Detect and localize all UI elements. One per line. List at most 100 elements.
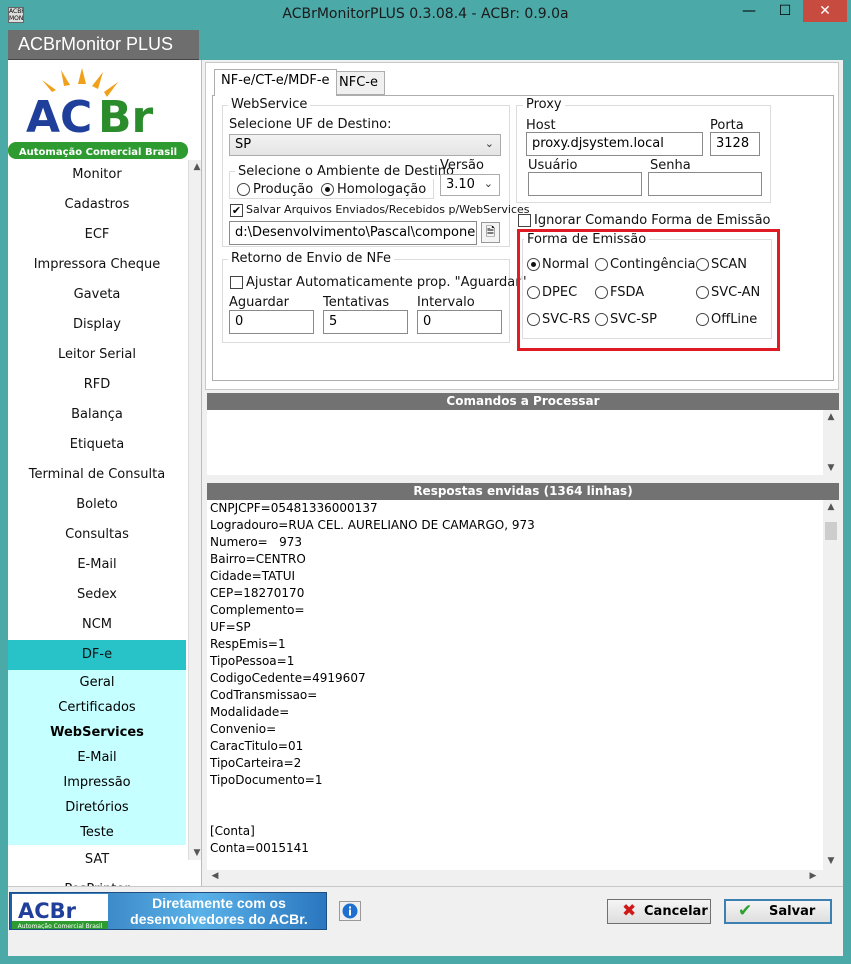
senha-input[interactable]	[648, 172, 762, 196]
homologacao-label: Homologação	[337, 182, 427, 197]
scroll-up-icon[interactable]: ▲	[823, 502, 839, 512]
sidebar-subitem[interactable]: Geral	[8, 670, 186, 695]
sidebar-item[interactable]: Balança	[8, 400, 186, 430]
chevron-down-icon: ⌄	[483, 177, 493, 190]
response-line: TipoDocumento=1	[210, 773, 323, 787]
host-input[interactable]: proxy.djsystem.local	[526, 132, 703, 156]
sidebar-item[interactable]: SAT	[8, 845, 186, 875]
svg-text:Br: Br	[98, 92, 154, 143]
sidebar-item[interactable]: PosPrinter	[8, 875, 186, 886]
tab-nfe-cte-mdfe[interactable]: NF-e/CT-e/MDF-e	[214, 69, 337, 96]
intervalo-label: Intervalo	[417, 295, 475, 310]
minimize-button[interactable]: —	[735, 0, 763, 22]
ajustar-checkbox[interactable]	[230, 276, 243, 289]
sidebar-item[interactable]: Display	[8, 310, 186, 340]
porta-input[interactable]: 3128	[710, 132, 760, 156]
sidebar-item[interactable]: Boleto	[8, 490, 186, 520]
chevron-down-icon: ⌄	[484, 137, 494, 150]
response-line: Conta=0015141	[210, 841, 309, 855]
intervalo-input[interactable]: 0	[417, 310, 502, 334]
response-line: Bairro=CENTRO	[210, 552, 306, 566]
banner-logo: ACBr Automação Comercial Brasil	[12, 894, 108, 930]
producao-label: Produção	[253, 182, 314, 197]
save-button[interactable]: ✔ Salvar	[724, 899, 832, 924]
response-line: CodTransmissao=	[210, 688, 318, 702]
sidebar-subitem[interactable]: WebServices	[8, 720, 186, 745]
response-line: CNPJCPF=05481336000137	[210, 501, 378, 515]
sidebar-item[interactable]: Cadastros	[8, 190, 186, 220]
usuario-input[interactable]	[528, 172, 642, 196]
respostas-textarea[interactable]: CNPJCPF=05481336000137 Logradouro=RUA CEL…	[207, 500, 839, 886]
salvar-checkbox[interactable]: ✔	[230, 204, 243, 217]
cancel-label: Cancelar	[644, 904, 708, 919]
response-line: RespEmis=1	[210, 637, 286, 651]
scroll-up-icon[interactable]: ▲	[823, 412, 839, 422]
response-line: Logradouro=RUA CEL. AURELIANO DE CAMARGO…	[210, 518, 535, 532]
sidebar-item-dfe[interactable]: DF-e	[8, 640, 186, 670]
response-line: Numero= 973	[210, 535, 303, 549]
retorno-legend: Retorno de Envio de NFe	[228, 251, 395, 266]
sidebar-subitem[interactable]: Teste	[8, 820, 186, 845]
svg-text:Automação Comercial Brasil: Automação Comercial Brasil	[18, 923, 103, 930]
path-input[interactable]: d:\Desenvolvimento\Pascal\componentes	[229, 221, 477, 245]
info-button[interactable]	[339, 901, 361, 921]
acbr-banner[interactable]: ACBr Automação Comercial Brasil Diretame…	[9, 892, 327, 930]
sidebar-item[interactable]: Monitor	[8, 160, 186, 190]
ambiente-legend: Selecione o Ambiente de Destino	[235, 164, 457, 179]
scroll-up-icon[interactable]: ▲	[189, 162, 201, 172]
sidebar-subitem[interactable]: Impressão	[8, 770, 186, 795]
aguardar-label: Aguardar	[229, 295, 290, 310]
sidebar-subitem[interactable]: E-Mail	[8, 745, 186, 770]
svg-text:Automação Comercial Brasil: Automação Comercial Brasil	[19, 147, 177, 158]
comandos-textarea[interactable]: ▲ ▼	[207, 410, 839, 475]
aguardar-input[interactable]: 0	[229, 310, 314, 334]
sidebar-scrollbar[interactable]: ▲ ▼	[188, 160, 201, 860]
tentativas-input[interactable]: 5	[323, 310, 408, 334]
versao-select[interactable]: 3.10 ⌄	[440, 174, 500, 196]
scrollbar-thumb[interactable]	[825, 522, 837, 540]
comandos-header: Comandos a Processar	[207, 393, 839, 410]
browse-folder-button[interactable]: 🗎	[481, 222, 500, 243]
comandos-scrollbar[interactable]: ▲ ▼	[823, 410, 839, 475]
sidebar-subitem[interactable]: Diretórios	[8, 795, 186, 820]
cancel-button[interactable]: ✖ Cancelar	[607, 899, 711, 924]
tab-nfce[interactable]: NFC-e	[332, 71, 385, 95]
dfe-submenu: Geral Certificados WebServices E-Mail Impres…	[8, 670, 186, 845]
ignorar-checkbox[interactable]	[518, 214, 531, 227]
homologacao-radio[interactable]	[321, 183, 334, 196]
sidebar-item[interactable]: E-Mail	[8, 550, 186, 580]
sidebar-item[interactable]: ECF	[8, 220, 186, 250]
uf-value: SP	[235, 137, 252, 152]
sidebar-item[interactable]: Gaveta	[8, 280, 186, 310]
sidebar-item[interactable]: Sedex	[8, 580, 186, 610]
salvar-label: Salvar Arquivos Enviados/Recebidos p/Web…	[246, 203, 530, 216]
uf-select[interactable]: SP ⌄	[229, 134, 501, 156]
respostas-lines: CNPJCPF=05481336000137 Logradouro=RUA CEL…	[207, 500, 839, 857]
highlight-box	[517, 229, 780, 351]
respostas-hscrollbar[interactable]: ◀ ▶	[207, 870, 823, 886]
scroll-left-icon[interactable]: ◀	[207, 871, 223, 881]
sidebar-item[interactable]: NCM	[8, 610, 186, 640]
sidebar: AC Br Automação Comercial Brasil Monitor…	[8, 60, 202, 886]
sidebar-item[interactable]: Impressora Cheque	[8, 250, 186, 280]
proxy-legend: Proxy	[523, 97, 565, 112]
check-icon: ✔	[738, 901, 753, 921]
scroll-right-icon[interactable]: ▶	[805, 871, 821, 881]
versao-value: 3.10	[446, 177, 475, 192]
scroll-down-icon[interactable]: ▼	[189, 848, 201, 858]
sidebar-item[interactable]: Consultas	[8, 520, 186, 550]
response-line: UF=SP	[210, 620, 251, 634]
respostas-scrollbar[interactable]: ▲ ▼	[823, 500, 839, 886]
sidebar-subitem[interactable]: Certificados	[8, 695, 186, 720]
banner-logo-text: ACBr	[18, 899, 77, 923]
scroll-down-icon[interactable]: ▼	[823, 463, 839, 473]
close-button[interactable]: ✕	[803, 0, 847, 22]
scroll-down-icon[interactable]: ▼	[823, 856, 839, 866]
sidebar-item[interactable]: Etiqueta	[8, 430, 186, 460]
response-line: [Conta]	[210, 824, 255, 838]
producao-radio[interactable]	[237, 183, 250, 196]
sidebar-item[interactable]: Leitor Serial	[8, 340, 186, 370]
sidebar-item[interactable]: Terminal de Consulta	[8, 460, 186, 490]
sidebar-item[interactable]: RFD	[8, 370, 186, 400]
maximize-button[interactable]: ☐	[771, 0, 799, 22]
